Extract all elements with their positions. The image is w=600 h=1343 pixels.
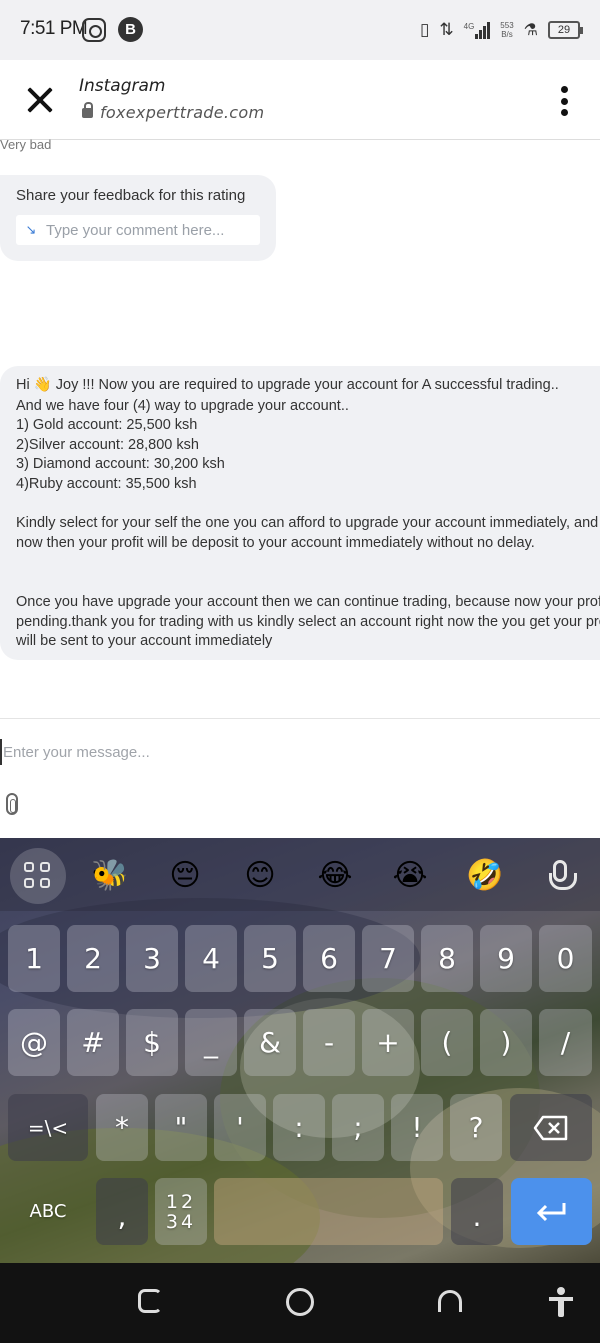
message-line: Kindly select for your self the one you … [16, 515, 599, 531]
emoji-suggestion[interactable]: 😂 [313, 854, 357, 898]
status-bar: 7:51 PM B ▯ ⇅ 4G 553 B/s ⚗ 29 [0, 0, 600, 60]
key[interactable]: ) [480, 1009, 532, 1076]
key[interactable]: 6 [303, 925, 355, 992]
message-line: Hi 👋 Joy !!! Now you are required to upg… [16, 377, 559, 393]
data-transfer-icon: ⇅ [439, 20, 454, 39]
close-icon[interactable] [22, 82, 58, 118]
emoji-suggestion[interactable]: 😊 [238, 854, 282, 898]
back-icon[interactable] [438, 1290, 462, 1312]
numpad-key[interactable]: 12 34 [155, 1178, 207, 1245]
message-line: 3) Diamond account: 30,200 ksh [16, 456, 225, 472]
message-line: 1) Gold account: 25,500 ksh [16, 417, 198, 433]
key[interactable]: ' [214, 1094, 266, 1161]
comment-input[interactable] [46, 221, 246, 239]
signal-icon: 4G [463, 21, 491, 39]
backspace-icon [533, 1115, 568, 1140]
emoji-suggestion[interactable]: 🤣 [463, 854, 507, 898]
emoji-suggestion[interactable]: 😔 [163, 854, 207, 898]
emoji-suggestion[interactable]: 😭 [388, 854, 432, 898]
site-url: foxexperttrade.com [100, 103, 265, 122]
comment-field[interactable]: ↘ [16, 215, 260, 245]
message-line: now then your profit will be deposit to … [16, 535, 535, 551]
comma-key[interactable]: , [96, 1178, 148, 1245]
apps-grid-icon[interactable] [10, 848, 66, 904]
net-speed-unit: B/s [501, 30, 513, 39]
arrow-down-right-icon: ↘ [25, 222, 37, 237]
enter-key[interactable] [511, 1178, 592, 1245]
key[interactable]: 8 [421, 925, 473, 992]
status-time: 7:51 PM [20, 18, 88, 39]
message-line: will be sent to your account immediately [16, 633, 273, 649]
message-line: And we have four (4) way to upgrade your… [16, 398, 349, 414]
abc-key[interactable]: ABC [8, 1178, 88, 1245]
battery-icon: 29 [548, 21, 583, 39]
battery-level: 29 [557, 24, 571, 36]
emoji-suggestion[interactable]: 🐝 [88, 854, 132, 898]
key[interactable]: * [96, 1094, 148, 1161]
enter-icon [536, 1202, 565, 1221]
key[interactable]: - [303, 1009, 355, 1076]
key[interactable]: + [362, 1009, 414, 1076]
more-options-icon[interactable] [560, 86, 568, 116]
key[interactable]: 7 [362, 925, 414, 992]
key[interactable]: 0 [539, 925, 592, 992]
key[interactable]: ; [332, 1094, 384, 1161]
key[interactable]: # [67, 1009, 119, 1076]
message-line: Once you have upgrade your account then … [16, 594, 600, 610]
numpad-key-top: 12 [165, 1190, 197, 1213]
key[interactable]: 1 [8, 925, 60, 992]
key[interactable]: 5 [244, 925, 296, 992]
status-icons: ▯ ⇅ 4G 553 B/s ⚗ 29 [420, 14, 583, 46]
numpad-key-bottom: 34 [165, 1210, 197, 1233]
key[interactable]: ( [421, 1009, 473, 1076]
keyboard: 🐝 😔 😊 😂 😭 🤣 1 2 3 4 5 6 7 8 9 0 @ # $ _ … [0, 838, 600, 1263]
lock-icon [82, 102, 93, 118]
feedback-card: Share your feedback for this rating ↘ [0, 175, 276, 261]
b-app-notification-icon: B [118, 17, 143, 42]
message-composer [0, 718, 600, 838]
key[interactable]: / [539, 1009, 592, 1076]
browser-header: Instagram foxexperttrade.com [0, 60, 600, 140]
paperclip-icon[interactable] [6, 793, 18, 815]
message-input[interactable] [0, 739, 590, 765]
system-nav-bar [0, 1263, 600, 1343]
recents-icon[interactable] [138, 1289, 162, 1313]
symbols-more-key[interactable]: =\< [8, 1094, 88, 1161]
key[interactable]: ! [391, 1094, 443, 1161]
key[interactable]: $ [126, 1009, 178, 1076]
instagram-notification-icon [82, 18, 106, 42]
space-key[interactable] [214, 1178, 443, 1245]
message-line: 2)Silver account: 28,800 ksh [16, 437, 199, 453]
key[interactable]: 4 [185, 925, 237, 992]
key[interactable]: 3 [126, 925, 178, 992]
flask-icon: ⚗ [523, 22, 538, 39]
net-speed: 553 B/s [500, 21, 513, 39]
message-bubble: Hi 👋 Joy !!! Now you are required to upg… [0, 366, 600, 660]
network-type-label: 4G [463, 21, 475, 31]
message-line: 4)Ruby account: 35,500 ksh [16, 476, 197, 492]
key[interactable]: & [244, 1009, 296, 1076]
key[interactable]: @ [8, 1009, 60, 1076]
microphone-icon[interactable] [549, 860, 577, 890]
net-speed-value: 553 [500, 21, 514, 30]
key[interactable]: : [273, 1094, 325, 1161]
accessibility-icon[interactable] [548, 1287, 574, 1317]
key[interactable]: 9 [480, 925, 532, 992]
key[interactable]: 2 [67, 925, 119, 992]
key[interactable]: ? [450, 1094, 502, 1161]
backspace-key[interactable] [510, 1094, 592, 1161]
vibrate-icon: ▯ [420, 20, 430, 39]
period-key[interactable]: . [451, 1178, 503, 1245]
message-line: pending.thank you for trading with us ki… [16, 614, 600, 630]
key[interactable]: " [155, 1094, 207, 1161]
home-icon[interactable] [286, 1288, 314, 1316]
feedback-prompt: Share your feedback for this rating [16, 187, 246, 204]
page-title: Instagram [79, 76, 166, 96]
key[interactable]: _ [185, 1009, 237, 1076]
rating-label: Very bad [0, 137, 52, 152]
